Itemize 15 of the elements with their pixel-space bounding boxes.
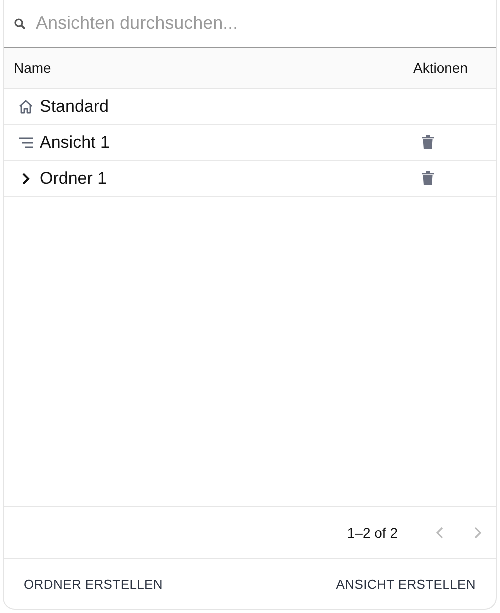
list-icon xyxy=(18,136,34,148)
row-name[interactable]: Standard xyxy=(40,96,418,116)
chevron-right-icon[interactable] xyxy=(21,172,31,186)
search-icon xyxy=(14,18,26,30)
trash-icon[interactable] xyxy=(422,171,434,186)
column-header: Aktionen xyxy=(414,60,468,76)
row-name[interactable]: Ansicht 1 xyxy=(40,132,418,152)
search-field[interactable]: Ansichten durchsuchen... xyxy=(36,13,486,34)
page-range: 1–2 of 2 xyxy=(347,524,398,540)
column-header: Name xyxy=(14,60,52,76)
home-icon xyxy=(18,98,34,114)
trash-icon[interactable] xyxy=(422,135,434,150)
text-button[interactable]: ANSICHT ERSTELLEN xyxy=(324,568,488,600)
row-name[interactable]: Ordner 1 xyxy=(40,168,418,188)
text-button[interactable]: ORDNER ERSTELLEN xyxy=(12,568,176,600)
